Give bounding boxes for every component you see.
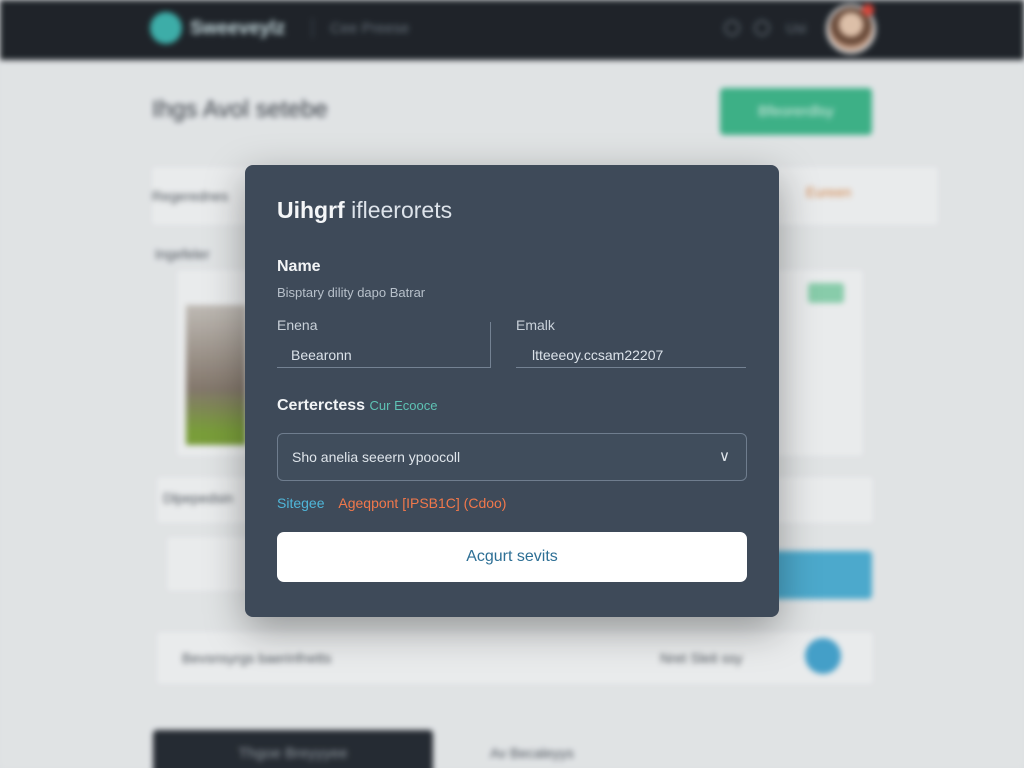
modal-title-rest: ifleerorets xyxy=(351,197,453,223)
dropdown-selected-value: Sho anelia seeern ypoocoll xyxy=(292,449,461,465)
select-section-label: Certerctess xyxy=(277,397,366,414)
name-section-heading: Name xyxy=(277,258,321,275)
confirm-button[interactable]: Acgurt sevits xyxy=(277,532,747,582)
status-line: Sitegee Ageqpont [IPSB1C] (Cdoo) xyxy=(277,495,506,511)
settings-modal: Uihgrf ifleerorets Name Bisptary dility … xyxy=(245,165,779,617)
option-dropdown[interactable]: Sho anelia seeern ypoocoll ∨ xyxy=(277,433,747,481)
select-section-heading: Certerctess Cur Ecooce xyxy=(277,397,437,415)
modal-title-bold: Uihgrf xyxy=(277,197,345,223)
status-key: Sitegee xyxy=(277,495,325,511)
status-value: Ageqpont [IPSB1C] (Cdoo) xyxy=(338,495,507,511)
left-name-input[interactable] xyxy=(277,322,491,368)
select-hint-link[interactable]: Cur Ecooce xyxy=(370,398,438,413)
chevron-down-icon: ∨ xyxy=(719,448,730,465)
email-input[interactable] xyxy=(516,322,746,368)
name-section-subtitle: Bisptary dility dapo Batrar xyxy=(277,285,426,300)
modal-title: Uihgrf ifleerorets xyxy=(277,197,452,224)
